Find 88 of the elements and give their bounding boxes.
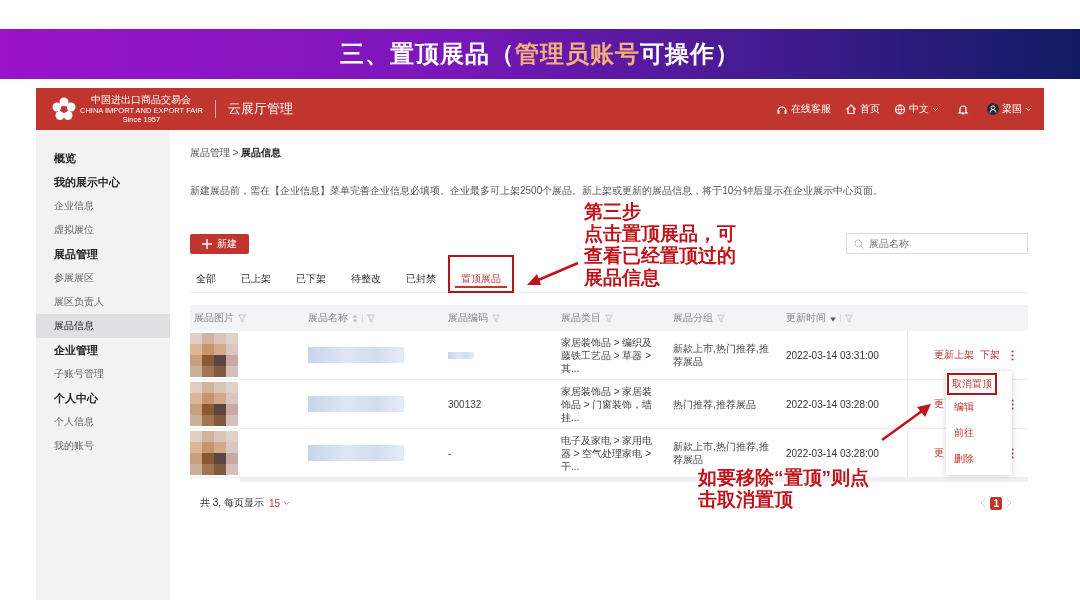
filter-icon[interactable] [367, 313, 375, 323]
filter-icon[interactable] [717, 313, 725, 323]
logo-text: 中国进出口商品交易会 [91, 95, 192, 105]
sidebar-section[interactable]: 我的展示中心 [36, 170, 170, 194]
menu-item[interactable]: 前往 [946, 420, 1012, 446]
sidebar-item[interactable]: 子账号管理 [36, 362, 170, 386]
filter-icon[interactable] [605, 313, 613, 323]
tab[interactable]: 置顶展品 [449, 256, 513, 292]
menu-item[interactable]: 删除 [946, 446, 1012, 472]
table-cell-text: 家居装饰品 > 家居装饰品 > 门窗装饰，墙挂... [560, 384, 654, 424]
more-icon[interactable] [1011, 447, 1014, 459]
table-cell-text: 2022-03-14 03:28:00 [785, 397, 880, 411]
globe-icon [894, 102, 906, 116]
annotation-text: 如要移除“置顶”则点 [698, 467, 869, 489]
slide-title: 三、置顶展品（管理员账号可操作） [340, 39, 740, 69]
sidebar-item[interactable]: 展区负责人 [36, 290, 170, 314]
breadcrumb: 展品管理 > 展品信息 [190, 146, 282, 160]
more-icon[interactable] [1011, 349, 1014, 361]
sidebar-item[interactable]: 参展展区 [36, 266, 170, 290]
sidebar-section[interactable]: 企业管理 [36, 338, 170, 362]
sidebar-item[interactable]: 展品信息 [36, 314, 170, 338]
sidebar-item[interactable]: 个人信息 [36, 410, 170, 434]
table-cell-text: 新款上市,热门推荐,推荐展品 [672, 342, 770, 368]
table-cell-text: 家居装饰品 > 编织及藤铁工艺品 > 草器 > 其... [560, 335, 654, 375]
column-header[interactable]: 更新时间 [786, 311, 826, 325]
table-cell-text: 2022-03-14 03:31:00 [785, 348, 880, 362]
page-size-select[interactable]: 15 [268, 497, 291, 509]
chevron-icon [1025, 106, 1032, 112]
column-header[interactable]: 展品类目 [561, 311, 601, 325]
column-header[interactable]: 展品分组 [673, 311, 713, 325]
plus-icon [202, 238, 212, 249]
total-count: 共 3, 每页显示 [200, 496, 264, 510]
action-link[interactable]: 更 [934, 446, 944, 460]
tab[interactable]: 已下架 [296, 266, 326, 292]
next-page-icon[interactable] [1006, 498, 1012, 508]
sidebar-item[interactable]: 虚拟展位 [36, 218, 170, 242]
filter-icon[interactable] [845, 313, 853, 323]
sidebar-item[interactable]: 我的账号 [36, 434, 170, 458]
search-field[interactable]: 展品名称 [846, 233, 1028, 254]
previous-page-icon[interactable] [980, 498, 987, 508]
tab[interactable]: 已上架 [241, 266, 271, 292]
column-header[interactable]: 展品编码 [448, 311, 488, 325]
sidebar-section[interactable]: 概览 [36, 146, 170, 170]
user-menu[interactable]: 梁国 [987, 102, 1032, 116]
annotation-arrow [527, 261, 579, 285]
search-icon [854, 239, 864, 249]
nav-link[interactable]: 中文 [894, 102, 939, 116]
sidebar-item[interactable]: 企业信息 [36, 194, 170, 218]
column-header[interactable]: 展品图片 [194, 311, 234, 325]
menu-item[interactable]: 取消置顶 [948, 374, 996, 394]
app-title: 云展厅管理 [227, 100, 293, 118]
action-link[interactable]: 更新上架 [934, 348, 974, 362]
action-link[interactable]: 更 [934, 397, 944, 411]
annotation-text: 查看已经置顶过的 [584, 245, 736, 267]
annotation-text: 击取消置顶 [698, 489, 794, 511]
nav-link[interactable]: 首页 [845, 102, 880, 116]
table-cell: 300132 [448, 397, 482, 411]
action-link[interactable]: 下架 [980, 348, 1000, 362]
notice-text: 新建展品前，需在【企业信息】菜单完善企业信息必填项。企业最多可上架2500个展品。新上架或更新的展品信息，将于10分钟后显示在企业展示中心页面。 [190, 184, 884, 198]
annotation-arrow [881, 404, 931, 441]
table-cell-text: 新款上市,热门推荐,推荐展品 [672, 440, 770, 466]
chevron-icon [283, 500, 291, 506]
filter-icon[interactable] [492, 313, 500, 323]
nav-link[interactable]: 在线客服 [776, 102, 831, 116]
menu-item[interactable]: 编辑 [946, 394, 1012, 420]
column-header[interactable]: 展品名称 [308, 311, 348, 325]
home-icon [845, 102, 857, 116]
more-icon[interactable] [1011, 398, 1014, 410]
table-cell-text: 电子及家电 > 家用电器 > 空气处理家电 > 干... [560, 433, 654, 473]
sidebar-section[interactable]: 个人中心 [36, 386, 170, 410]
bell-icon[interactable] [957, 102, 969, 116]
tab[interactable]: 已封禁 [406, 266, 436, 292]
annotation-text: 展品信息 [584, 267, 661, 289]
table-cell-text: 热门推荐,推荐展品 [672, 397, 757, 411]
chevron-icon [932, 106, 939, 112]
tab[interactable]: 全部 [196, 266, 216, 292]
tab[interactable]: 待整改 [351, 266, 381, 292]
new-button[interactable]: 新建 [190, 233, 249, 254]
filter-icon[interactable] [238, 313, 246, 323]
page-number[interactable]: 1 [990, 496, 1002, 510]
table-cell: - [448, 446, 452, 460]
annotation-text: 第三步 [584, 201, 642, 223]
annotation-text: 点击置顶展品，可 [584, 223, 736, 245]
flower-logo-icon [52, 97, 76, 121]
avatar-icon [987, 102, 999, 116]
sort-icon[interactable] [352, 313, 358, 323]
sidebar-section[interactable]: 展品管理 [36, 242, 170, 266]
table-cell-text: 2022-03-14 03:28:00 [785, 446, 880, 460]
